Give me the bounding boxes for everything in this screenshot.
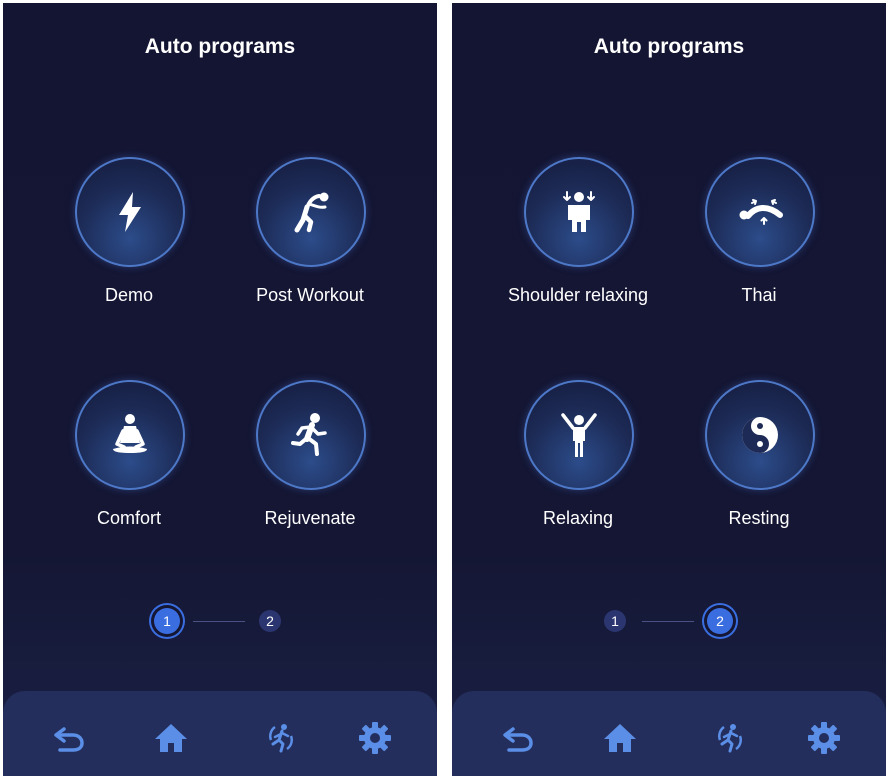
page-indicator: 1 2 [452, 604, 886, 640]
home-icon[interactable] [153, 720, 189, 756]
auto-programs-screen-page-2: Auto programs Shoulder relaxing Thai Rel… [452, 3, 886, 776]
program-button-thai[interactable] [705, 157, 815, 267]
page-dot-1-active[interactable]: 1 [154, 608, 180, 634]
program-demo[interactable]: Demo [39, 157, 219, 307]
shoulder-person-icon [563, 191, 595, 232]
settings-gear-icon[interactable] [357, 720, 393, 756]
program-label: Resting [728, 508, 790, 528]
program-shoulder-relaxing[interactable]: Shoulder relaxing [488, 157, 668, 307]
bottom-navbar [3, 691, 437, 776]
thai-massage-icon [739, 199, 783, 225]
program-button-demo[interactable] [75, 157, 185, 267]
program-thai[interactable]: Thai [669, 157, 849, 307]
program-button-comfort[interactable] [75, 380, 185, 490]
program-button-post-workout[interactable] [256, 157, 366, 267]
stretching-person-icon [294, 192, 329, 233]
program-label: Post Workout [256, 285, 364, 305]
lightning-bolt-icon [119, 192, 141, 232]
massage-mode-icon[interactable] [263, 720, 299, 756]
program-resting[interactable]: Resting [669, 380, 849, 530]
program-label: Thai [741, 285, 777, 305]
page-dot-2-active[interactable]: 2 [707, 608, 733, 634]
program-label: Demo [104, 285, 153, 305]
program-button-resting[interactable] [705, 380, 815, 490]
program-rejuvenate[interactable]: Rejuvenate [220, 380, 400, 530]
program-label: Shoulder relaxing [507, 285, 649, 305]
program-button-shoulder-relaxing[interactable] [524, 157, 634, 267]
program-post-workout[interactable]: Post Workout [220, 157, 400, 307]
page-title: Auto programs [593, 35, 745, 58]
page-dot-1[interactable]: 1 [604, 610, 626, 632]
program-label: Relaxing [542, 508, 614, 528]
running-person-icon [291, 413, 327, 456]
page-connector-line [642, 621, 694, 622]
massage-mode-icon[interactable] [712, 720, 748, 756]
program-label: Rejuvenate [264, 508, 356, 528]
program-relaxing[interactable]: Relaxing [488, 380, 668, 530]
settings-gear-icon[interactable] [806, 720, 842, 756]
page-connector-line [193, 621, 245, 622]
meditating-person-icon [113, 414, 147, 453]
page-dot-2[interactable]: 2 [259, 610, 281, 632]
program-label: Comfort [96, 508, 161, 528]
back-arrow-icon[interactable] [500, 720, 536, 756]
arms-up-person-icon [561, 413, 597, 457]
yin-yang-icon [742, 417, 778, 453]
page-title: Auto programs [144, 35, 296, 58]
home-icon[interactable] [602, 720, 638, 756]
back-arrow-icon[interactable] [51, 720, 87, 756]
program-button-rejuvenate[interactable] [256, 380, 366, 490]
program-button-relaxing[interactable] [524, 380, 634, 490]
bottom-navbar [452, 691, 886, 776]
page-indicator: 1 2 [3, 604, 437, 640]
program-comfort[interactable]: Comfort [39, 380, 219, 530]
auto-programs-screen-page-1: Auto programs Demo Post Workout Comfort … [3, 3, 437, 776]
